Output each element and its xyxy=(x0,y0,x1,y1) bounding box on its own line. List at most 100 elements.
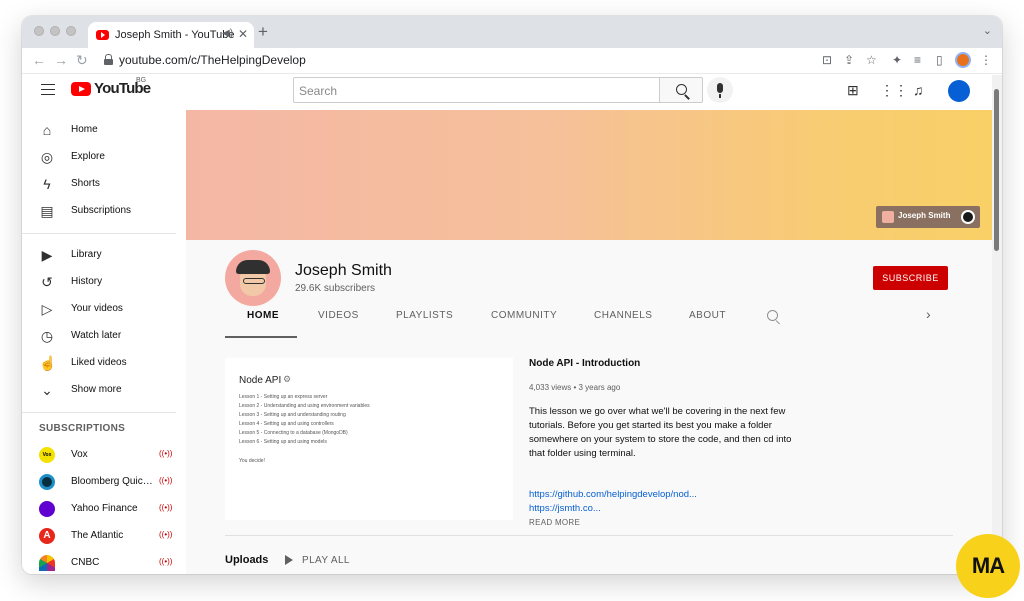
subscription-item-vox[interactable]: Vox Vox ((•)) xyxy=(22,443,186,470)
explore-icon: ◎ xyxy=(40,149,54,165)
notifications-bell-icon[interactable]: ♫ xyxy=(913,82,924,98)
create-video-icon[interactable]: ⊞ xyxy=(847,82,859,98)
banner-link-text[interactable]: Joseph Smith xyxy=(898,211,950,220)
scrollbar-thumb[interactable] xyxy=(994,89,999,251)
description-link-jsmth[interactable]: https://jsmth.co... xyxy=(529,503,601,514)
sidebar-item-your-videos[interactable]: ▷ Your videos xyxy=(22,297,186,324)
tab-home[interactable]: HOME xyxy=(247,310,279,321)
apps-grid-icon[interactable]: ⋮⋮ xyxy=(880,82,908,98)
sidebar-item-watch-later[interactable]: ◷ Watch later xyxy=(22,324,186,351)
user-avatar[interactable] xyxy=(948,80,970,102)
subscribe-button[interactable]: SUBSCRIBE xyxy=(873,266,948,290)
voice-search-button[interactable] xyxy=(707,77,733,103)
subscription-item-yahoo-finance[interactable]: Yahoo Finance ((•)) xyxy=(22,497,186,524)
sidebar-item-label: Your videos xyxy=(71,303,123,314)
menu-icon[interactable] xyxy=(41,84,55,95)
browser-tab[interactable]: Joseph Smith - YouTube ◀) ✕ xyxy=(88,22,254,48)
speaker-icon[interactable]: ◀) xyxy=(222,28,233,39)
sidebar-item-label: History xyxy=(71,276,103,287)
bookmark-star-icon[interactable]: ☆ xyxy=(866,52,877,68)
read-more-button[interactable]: READ MORE xyxy=(529,518,580,527)
banner-link-avatar xyxy=(882,211,894,223)
subscriptions-icon: ▤ xyxy=(40,203,54,219)
sidebar-item-label: Watch later xyxy=(71,330,122,341)
search-button[interactable] xyxy=(659,77,703,103)
browser-menu-icon[interactable]: ⋮ xyxy=(980,52,992,68)
install-icon[interactable]: ⊡ xyxy=(822,52,832,68)
sidebar-item-label: Subscriptions xyxy=(71,205,132,216)
search-icon xyxy=(676,84,687,95)
channel-header: Joseph Smith 29.6K subscribers SUBSCRIBE… xyxy=(186,240,992,342)
uploads-heading[interactable]: Uploads xyxy=(225,554,268,566)
sidebar-item-subscriptions[interactable]: ▤ Subscriptions xyxy=(22,199,186,226)
featured-video-description: This lesson we go over what we'll be cov… xyxy=(529,406,792,459)
extensions-icon[interactable]: ✦ xyxy=(892,52,902,68)
sidebar-item-show-more[interactable]: ⌄ Show more xyxy=(22,378,186,405)
subscription-label: Yahoo Finance xyxy=(71,503,138,514)
thumbnail-line: Lesson 2 - Understanding and using envir… xyxy=(239,403,370,409)
tab-playlists[interactable]: PLAYLISTS xyxy=(396,310,453,321)
channel-content: Node API ⚙ Lesson 1 - Setting up an expr… xyxy=(186,342,992,574)
tab-community[interactable]: COMMUNITY xyxy=(491,310,557,321)
share-icon[interactable]: ⇪ xyxy=(844,52,854,68)
subscription-item-the-atlantic[interactable]: A The Atlantic ((•)) xyxy=(22,524,186,551)
play-icon[interactable] xyxy=(285,555,293,565)
reload-icon[interactable]: ↻ xyxy=(76,52,88,68)
subscription-item-cnbc[interactable]: CNBC ((•)) xyxy=(22,551,186,574)
tab-title: Joseph Smith - YouTube xyxy=(115,29,235,41)
channel-name: Joseph Smith xyxy=(295,262,392,279)
sidebar-item-label: Home xyxy=(71,124,98,135)
thumbnail-line: Lesson 5 - Connecting to a database (Mon… xyxy=(239,430,348,436)
new-tab-button[interactable]: + xyxy=(258,22,268,42)
close-window-button[interactable] xyxy=(34,26,44,36)
side-panel-icon[interactable]: ▯ xyxy=(936,52,943,68)
tab-channels[interactable]: CHANNELS xyxy=(594,310,652,321)
featured-video-thumbnail[interactable]: Node API ⚙ Lesson 1 - Setting up an expr… xyxy=(225,358,513,520)
featured-video-title[interactable]: Node API - Introduction xyxy=(529,358,640,369)
forward-icon[interactable]: → xyxy=(54,52,68,68)
address-bar[interactable]: youtube.com/c/TheHelpingDevelop xyxy=(102,50,817,71)
tab-about[interactable]: ABOUT xyxy=(689,310,726,321)
sidebar-item-shorts[interactable]: ϟ Shorts xyxy=(22,172,186,199)
yahoo-finance-avatar xyxy=(39,501,55,517)
tab-videos[interactable]: VIDEOS xyxy=(318,310,359,321)
chevron-right-icon[interactable]: › xyxy=(926,306,931,322)
thumbnail-title: Node API xyxy=(239,375,282,386)
sidebar-item-explore[interactable]: ◎ Explore xyxy=(22,145,186,172)
url-text[interactable]: youtube.com/c/TheHelpingDevelop xyxy=(119,53,306,67)
browser-toolbar: ← → ↻ youtube.com/c/TheHelpingDevelop ⊡ … xyxy=(22,48,1002,74)
back-icon[interactable]: ← xyxy=(32,52,46,68)
history-icon: ↺ xyxy=(41,274,53,290)
github-icon[interactable] xyxy=(961,210,975,224)
zoom-window-button[interactable] xyxy=(66,26,76,36)
sidebar-item-history[interactable]: ↺ History xyxy=(22,270,186,297)
subscription-item-bloomberg[interactable]: Bloomberg Quickt… ((•)) xyxy=(22,470,186,497)
subscription-label: The Atlantic xyxy=(71,530,124,541)
reading-list-icon[interactable]: ≡ xyxy=(914,52,921,68)
youtube-favicon-icon xyxy=(96,30,109,40)
sidebar-item-home[interactable]: ⌂ Home xyxy=(22,118,186,145)
page-scrollbar[interactable] xyxy=(992,75,1002,574)
chevron-down-icon: ⌄ xyxy=(41,382,53,398)
sidebar-item-library[interactable]: ▶ Library xyxy=(22,243,186,270)
sidebar-item-liked-videos[interactable]: ☝ Liked videos xyxy=(22,351,186,378)
lock-icon[interactable] xyxy=(104,54,113,65)
tab-strip: Joseph Smith - YouTube ◀) ✕ + ⌄ xyxy=(22,16,1002,48)
tab-close-icon[interactable]: ✕ xyxy=(238,27,248,41)
sidebar-item-label: Liked videos xyxy=(71,357,127,368)
banner-links[interactable]: Joseph Smith xyxy=(876,206,980,228)
watch-later-icon: ◷ xyxy=(40,328,54,344)
channel-avatar[interactable] xyxy=(225,250,281,306)
channel-search-icon[interactable] xyxy=(767,310,778,321)
subscription-label: Bloomberg Quickt… xyxy=(71,476,156,487)
tab-search-icon[interactable]: ⌄ xyxy=(983,24,992,37)
sidebar-item-label: Library xyxy=(71,249,102,260)
play-all-button[interactable]: PLAY ALL xyxy=(302,555,350,566)
profile-avatar[interactable] xyxy=(955,52,971,68)
youtube-logo-icon[interactable] xyxy=(71,82,91,96)
description-link-github[interactable]: https://github.com/helpingdevelop/nod... xyxy=(529,489,697,500)
subscription-label: CNBC xyxy=(71,557,100,568)
minimize-window-button[interactable] xyxy=(50,26,60,36)
sidebar-item-label: Shorts xyxy=(71,178,100,189)
search-input[interactable]: Search xyxy=(293,77,659,103)
